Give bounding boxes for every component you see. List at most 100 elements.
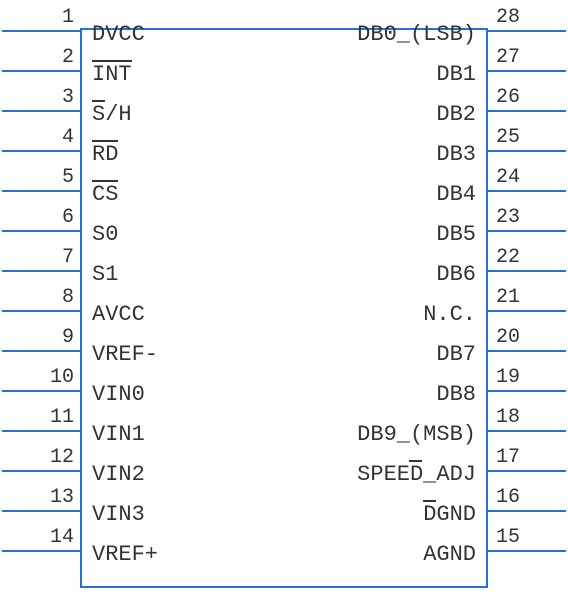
pin-label-text: DB2 [436,102,476,127]
pin-lead [488,70,566,72]
pin-number: 11 [4,406,74,429]
pin-lead [2,70,80,72]
pin-lead [2,430,80,432]
pin-lead [488,470,566,472]
pin-number: 24 [496,166,566,189]
pin-label: N.C. [423,302,476,327]
overline-bar [409,460,422,462]
pin-label: DB6 [436,262,476,287]
overline-bar [423,500,436,502]
pin-number: 6 [4,206,74,229]
pin-label: DB2 [436,102,476,127]
pin-number: 21 [496,286,566,309]
pin-number: 13 [4,486,74,509]
pin-label-text: DB7 [436,342,476,367]
pin-label: CS [92,182,118,207]
pin-label-text: S1 [92,262,118,287]
pin-number: 1 [4,6,74,29]
pin-lead [488,110,566,112]
pin-lead [2,390,80,392]
pin-label: VREF- [92,342,158,367]
pin-label: DB5 [436,222,476,247]
pin-lead [488,230,566,232]
pin-lead [488,550,566,552]
pin-lead [488,190,566,192]
pin-label: SPEED_ADJ [357,462,476,487]
pin-label: INT [92,62,132,87]
pin-label-text: VREF- [92,342,158,367]
pin-label-text: VIN1 [92,422,145,447]
pin-label: S/H [92,102,132,127]
pin-lead [488,310,566,312]
pin-label-text: RD [92,142,118,167]
pin-label-text: DB9_(MSB) [357,422,476,447]
pin-label-text: DB5 [436,222,476,247]
pin-number: 4 [4,126,74,149]
pin-number: 23 [496,206,566,229]
pin-label: DB8 [436,382,476,407]
pin-number: 8 [4,286,74,309]
pin-lead [2,190,80,192]
pin-lead [488,430,566,432]
pin-number: 12 [4,446,74,469]
pin-label-text: DB4 [436,182,476,207]
pin-label: AGND [423,542,476,567]
pin-number: 14 [4,526,74,549]
pin-label: VIN1 [92,422,145,447]
pin-label-text: DB0_(LSB) [357,22,476,47]
pin-number: 9 [4,326,74,349]
pin-label: DB7 [436,342,476,367]
pin-lead [2,510,80,512]
overline-bar [92,180,118,182]
pin-label-text: DVCC [92,22,145,47]
pin-number: 2 [4,46,74,69]
pin-number: 15 [496,526,566,549]
pin-number: 19 [496,366,566,389]
overline-bar [92,100,105,102]
pin-label: DB4 [436,182,476,207]
pin-label-text: DB6 [436,262,476,287]
pin-label: AVCC [92,302,145,327]
pin-lead [488,510,566,512]
pin-label-text: DGND [423,502,476,527]
pin-lead [2,230,80,232]
pin-label-text: SPEED_ADJ [357,462,476,487]
pin-label: DVCC [92,22,145,47]
pin-label-text: VIN3 [92,502,145,527]
pin-lead [2,110,80,112]
pin-lead [2,150,80,152]
pin-label: DB0_(LSB) [357,22,476,47]
pin-lead [488,150,566,152]
pin-lead [488,350,566,352]
pin-label: VIN0 [92,382,145,407]
pin-lead [488,270,566,272]
pin-label-text: DB1 [436,62,476,87]
pin-number: 17 [496,446,566,469]
pin-number: 18 [496,406,566,429]
pin-label-text: VIN0 [92,382,145,407]
pin-label: S0 [92,222,118,247]
pin-number: 7 [4,246,74,269]
pin-label: DB3 [436,142,476,167]
pin-number: 3 [4,86,74,109]
pin-lead [2,30,80,32]
pin-label-text: AGND [423,542,476,567]
pin-label-text: S/H [92,102,132,127]
pin-number: 28 [496,6,566,29]
pin-number: 5 [4,166,74,189]
pin-label-text: VIN2 [92,462,145,487]
pin-label-text: VREF+ [92,542,158,567]
pin-label: S1 [92,262,118,287]
pin-lead [2,550,80,552]
pin-label: DB9_(MSB) [357,422,476,447]
pin-number: 22 [496,246,566,269]
overline-bar [92,60,132,62]
pin-label: VREF+ [92,542,158,567]
pin-label: VIN2 [92,462,145,487]
pin-label: VIN3 [92,502,145,527]
pin-number: 27 [496,46,566,69]
pin-lead [2,270,80,272]
pin-lead [488,30,566,32]
pin-label: DGND [423,502,476,527]
pin-label-text: CS [92,182,118,207]
